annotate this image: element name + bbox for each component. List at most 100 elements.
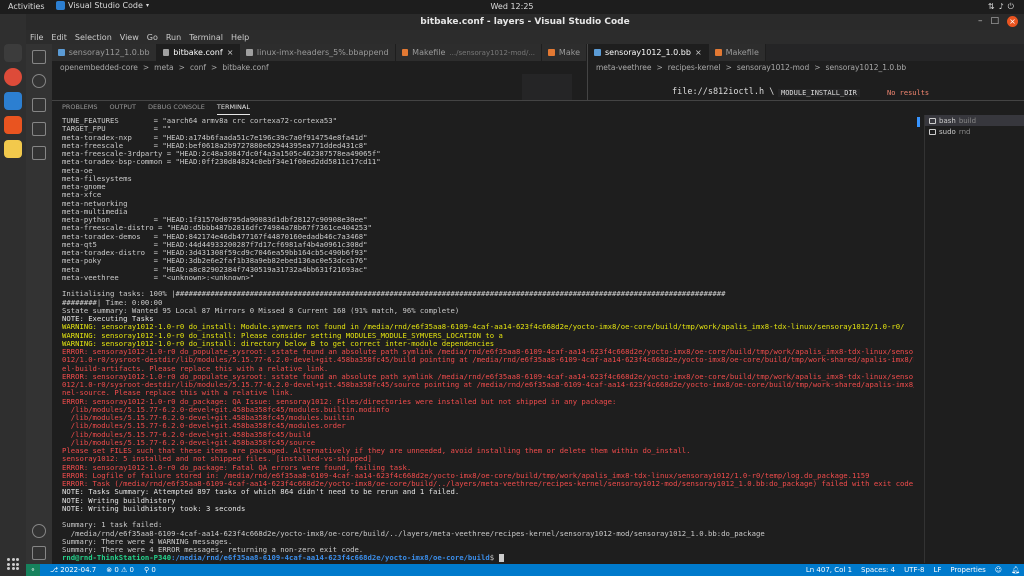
editor-tab[interactable]: sensoray1012_1.0.bb × bbox=[588, 44, 709, 61]
menu-item-selection[interactable]: Selection bbox=[75, 33, 112, 42]
editor-tab[interactable]: linux-imx-headers_5%.bbappend bbox=[240, 44, 396, 61]
line-ending[interactable]: LF bbox=[933, 566, 941, 574]
terminal-prompt[interactable]: rnd@rnd-ThinkStation-P340:/media/rnd/e6f… bbox=[62, 553, 914, 563]
menu-item-view[interactable]: View bbox=[120, 33, 139, 42]
feedback-icon[interactable]: ☺ bbox=[995, 566, 1002, 574]
cursor-position[interactable]: Ln 407, Col 1 bbox=[806, 566, 852, 574]
panel-tab-debug-console[interactable]: DEBUG CONSOLE bbox=[148, 103, 205, 115]
file-type-icon bbox=[548, 49, 555, 56]
breadcrumb-item[interactable]: meta bbox=[154, 63, 173, 72]
show-apps-icon[interactable] bbox=[7, 558, 19, 570]
breadcrumb-item[interactable]: sensoray1012-mod bbox=[737, 63, 809, 72]
settings-gear-icon[interactable] bbox=[32, 546, 46, 560]
account-icon[interactable] bbox=[32, 524, 46, 538]
menu-item-help[interactable]: Help bbox=[231, 33, 249, 42]
chrome-icon[interactable] bbox=[4, 68, 22, 86]
volume-icon: ♪ bbox=[998, 2, 1008, 11]
editor-tab[interactable]: Makefile bbox=[708, 44, 766, 61]
problems-indicator[interactable]: ⊗ 0 ⚠ 0 bbox=[106, 566, 134, 574]
panel-tab-output[interactable]: OUTPUT bbox=[109, 103, 136, 115]
editor-tab[interactable]: bitbake.conf × bbox=[156, 44, 241, 61]
run-debug-icon[interactable] bbox=[32, 122, 46, 136]
tab-label: bitbake.conf bbox=[173, 48, 223, 57]
breadcrumb-item[interactable]: recipes-kernel bbox=[668, 63, 721, 72]
terminal-line: meta-oe bbox=[62, 165, 93, 175]
network-icon: ⇅ bbox=[987, 2, 999, 11]
menu-item-edit[interactable]: Edit bbox=[51, 33, 67, 42]
editor-tab[interactable]: Make bbox=[542, 44, 587, 61]
code-line[interactable]: file://s812ioctl.h \ bbox=[672, 87, 774, 97]
terminal-line: meta-networking bbox=[62, 198, 128, 208]
notifications-icon[interactable]: 🔔︎ bbox=[1011, 566, 1020, 574]
breadcrumb-separator: > bbox=[814, 62, 821, 72]
breadcrumb-item[interactable]: meta-veethree bbox=[596, 63, 651, 72]
breadcrumb-item[interactable]: conf bbox=[190, 63, 206, 72]
terminal-list: bash build sudo rnd bbox=[924, 115, 1024, 563]
terminal-list-item[interactable]: sudo rnd bbox=[925, 126, 1024, 137]
terminal-list-item[interactable]: bash build bbox=[925, 115, 1024, 126]
tab-description: .../sensoray1012-mod/... bbox=[449, 48, 536, 57]
terminal-description: rnd bbox=[958, 127, 971, 136]
tab-label: linux-imx-headers_5%.bbappend bbox=[256, 48, 389, 57]
terminal-line: meta-filesystems bbox=[62, 173, 132, 183]
terminal-line: Initialising tasks: 100% |##############… bbox=[62, 289, 726, 299]
terminal-scrollbar[interactable] bbox=[916, 117, 922, 563]
terminal-line: TUNE_FEATURES = "aarch64 armv8a crc cort… bbox=[62, 117, 337, 125]
editor-tab[interactable]: Makefile .../sensoray1012-mod/... bbox=[395, 44, 543, 61]
find-widget-input[interactable]: MODULE_INSTALL_DIR bbox=[778, 89, 860, 97]
minimap[interactable] bbox=[522, 74, 572, 102]
tab-label: Makefile bbox=[412, 48, 446, 57]
close-icon[interactable]: × bbox=[695, 48, 702, 57]
maximize-icon[interactable]: □ bbox=[990, 16, 999, 27]
system-tray[interactable]: ⇅♪⏻ bbox=[988, 2, 1018, 12]
close-icon[interactable]: × bbox=[1007, 16, 1018, 27]
ports-indicator[interactable]: ⚲ 0 bbox=[144, 566, 156, 574]
scroll-thumb[interactable] bbox=[917, 117, 920, 127]
editor-split-divider[interactable] bbox=[587, 44, 588, 102]
breadcrumb: openembedded-core > meta > conf > bitbake.conf bbox=[60, 61, 269, 73]
extensions-icon[interactable] bbox=[32, 146, 46, 160]
breadcrumb-item[interactable]: bitbake.conf bbox=[222, 63, 268, 72]
breadcrumb-item[interactable]: openembedded-core bbox=[60, 63, 138, 72]
source-control-icon[interactable] bbox=[32, 98, 46, 112]
vscode-icon[interactable] bbox=[4, 92, 22, 110]
breadcrumb-separator: > bbox=[211, 62, 218, 72]
gnome-top-bar: Activities Visual Studio Code ▾ Wed 12:2… bbox=[0, 0, 1024, 14]
language-mode[interactable]: Properties bbox=[950, 566, 985, 574]
clock[interactable]: Wed 12:25 bbox=[0, 2, 1024, 11]
menu-item-run[interactable]: Run bbox=[166, 33, 181, 42]
explorer-icon[interactable] bbox=[32, 50, 46, 64]
encoding[interactable]: UTF-8 bbox=[904, 566, 924, 574]
left-editor-tabs: sensoray112_1.0.bb bitbake.conf × linux-imx… bbox=[52, 44, 587, 61]
indentation[interactable]: Spaces: 4 bbox=[861, 566, 895, 574]
remote-icon[interactable]: ⚬ bbox=[26, 564, 40, 576]
breadcrumb-item[interactable]: sensoray1012_1.0.bb bbox=[826, 63, 907, 72]
prompt-path: :/media/rnd/e6f35aa8-6109-4caf-aa14-623f… bbox=[171, 553, 490, 563]
terminal-output[interactable]: TUNE_FEATURES = "aarch64 armv8a crc cort… bbox=[62, 117, 914, 563]
title-bar: bitbake.conf - layers - Visual Studio Co… bbox=[26, 14, 1024, 30]
menu-item-terminal[interactable]: Terminal bbox=[189, 33, 223, 42]
panel-tab-terminal[interactable]: TERMINAL bbox=[216, 103, 250, 115]
terminal-icon[interactable] bbox=[4, 44, 22, 62]
terminal-line: NOTE: Writing buildhistory took: 3 secon… bbox=[62, 503, 246, 513]
branch-label: 2022-04.7 bbox=[60, 566, 97, 574]
minimize-icon[interactable]: – bbox=[978, 16, 983, 27]
software-icon[interactable] bbox=[4, 116, 22, 134]
menu-item-file[interactable]: File bbox=[30, 33, 43, 42]
activity-bar bbox=[26, 44, 52, 564]
panel-tab-problems[interactable]: PROBLEMS bbox=[62, 103, 97, 115]
text-editor-icon[interactable] bbox=[4, 140, 22, 158]
terminal-line: meta-xfce bbox=[62, 190, 102, 200]
search-icon[interactable] bbox=[32, 74, 46, 88]
file-type-icon bbox=[594, 49, 601, 56]
close-icon[interactable]: × bbox=[227, 48, 234, 57]
menu-item-go[interactable]: Go bbox=[147, 33, 158, 42]
terminal-line: meta-gnome bbox=[62, 182, 106, 191]
editor-tab[interactable]: sensoray112_1.0.bb bbox=[52, 44, 157, 61]
branch-indicator[interactable]: ⎇ 2022-04.7 bbox=[50, 566, 96, 574]
window-title: bitbake.conf - layers - Visual Studio Co… bbox=[420, 17, 630, 27]
breadcrumb-separator: > bbox=[725, 62, 732, 72]
terminal-cursor bbox=[498, 554, 504, 563]
tab-label: Makefile bbox=[725, 48, 759, 57]
vscode-window: bitbake.conf - layers - Visual Studio Co… bbox=[26, 14, 1024, 576]
